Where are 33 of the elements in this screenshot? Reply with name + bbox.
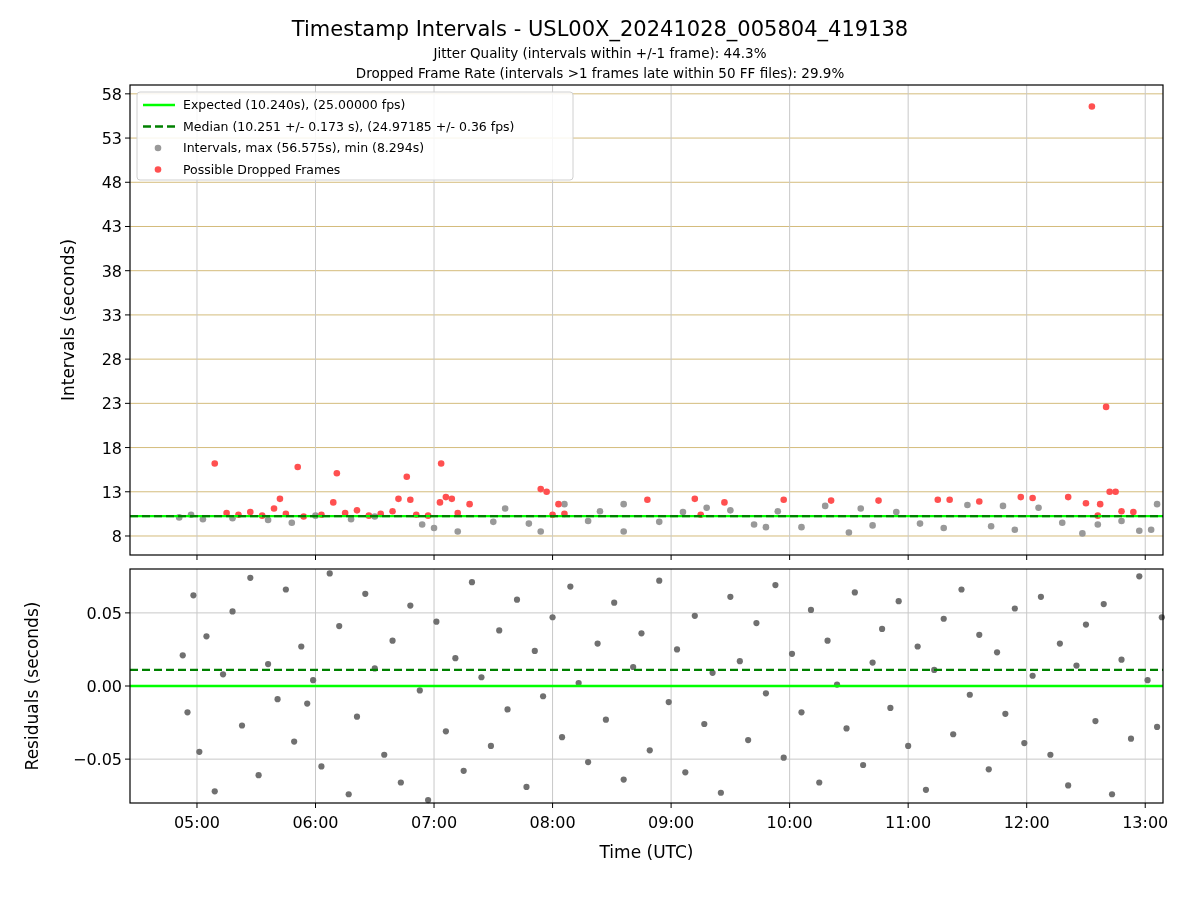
tick-label: 43 [101, 217, 122, 237]
tick-label: 0.05 [86, 603, 122, 623]
tick-label: 09:00 [648, 813, 695, 832]
chart-subtitle: Jitter Quality (intervals within +/-1 frame): 44.3% [433, 44, 767, 63]
axis-label: Residuals (seconds) [22, 601, 42, 771]
tick-label: 12:00 [1003, 813, 1050, 832]
tick-label: 18 [101, 438, 122, 458]
tick-label: 10:00 [766, 813, 813, 832]
tick-label: 11:00 [885, 813, 932, 832]
chart-title: Timestamp Intervals - USL00X_20241028_005804_419138 [291, 16, 909, 43]
legend-label: Intervals, max (56.575s), min (8.294s) [183, 140, 425, 155]
tick-label: 38 [101, 261, 122, 281]
tick-label: 23 [101, 394, 122, 414]
chart-subtitle: Dropped Frame Rate (intervals >1 frames late within 50 FF files): 29.9% [355, 64, 845, 83]
tick-label: 8 [111, 527, 122, 546]
tick-label: 06:00 [292, 813, 339, 832]
tick-label: 08:00 [529, 813, 576, 832]
tick-label: 58 [101, 84, 122, 104]
tick-label: 0.00 [86, 677, 122, 696]
tick-label: −0.05 [72, 750, 122, 770]
legend-label: Expected (10.240s), (25.00000 fps) [183, 97, 406, 112]
legend-label: Median (10.251 +/- 0.173 s), (24.97185 +/- 0.36 fps) [183, 118, 515, 134]
legend-label: Possible Dropped Frames [183, 161, 341, 177]
tick-label: 13 [101, 482, 122, 502]
tick-label: 05:00 [173, 813, 220, 832]
tick-label: 07:00 [411, 813, 458, 832]
tick-label: 28 [101, 350, 122, 370]
tick-label: 48 [101, 173, 122, 193]
axis-label: Intervals (seconds) [58, 238, 78, 402]
tick-label: 33 [101, 305, 122, 325]
tick-label: 13:00 [1122, 813, 1169, 832]
axis-label: Time (UTC) [599, 842, 694, 862]
tick-label: 53 [101, 129, 122, 149]
